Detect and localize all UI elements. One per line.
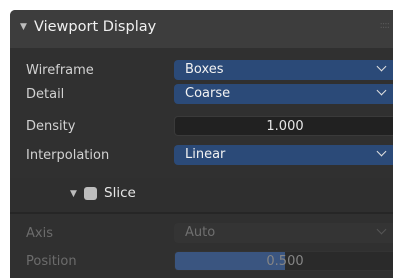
viewport-display-panel: ▼ Viewport Display :::: Wireframe Boxes …: [10, 10, 393, 278]
detail-label: Detail: [26, 87, 65, 102]
axis-value: Auto: [185, 225, 216, 240]
slice-subpanel-header[interactable]: ▼ Slice: [10, 178, 393, 212]
wireframe-value: Boxes: [185, 62, 224, 77]
collapse-arrow-icon[interactable]: ▼: [70, 189, 77, 199]
position-value: 0.500: [266, 254, 304, 269]
chevron-down-icon: [376, 224, 387, 235]
divider: [10, 212, 393, 214]
density-field[interactable]: 1.000: [174, 116, 393, 136]
axis-label: Axis: [26, 226, 53, 241]
interpolation-value: Linear: [185, 147, 226, 162]
interpolation-label: Interpolation: [26, 148, 110, 163]
wireframe-label: Wireframe: [26, 63, 94, 78]
drag-handle-icon[interactable]: ::::: [380, 20, 391, 31]
chevron-down-icon: [376, 61, 387, 72]
panel-header[interactable]: ▼ Viewport Display ::::: [10, 10, 393, 48]
chevron-down-icon: [376, 146, 387, 157]
slice-checkbox[interactable]: [84, 187, 97, 200]
detail-value: Coarse: [185, 86, 231, 101]
detail-dropdown[interactable]: Coarse: [174, 84, 393, 104]
panel-title: Viewport Display: [34, 19, 157, 35]
wireframe-dropdown[interactable]: Boxes: [174, 60, 393, 80]
axis-dropdown[interactable]: Auto: [174, 223, 393, 243]
position-label: Position: [26, 254, 77, 269]
density-value: 1.000: [266, 119, 304, 134]
density-label: Density: [26, 119, 76, 134]
interpolation-dropdown[interactable]: Linear: [174, 145, 393, 165]
collapse-arrow-icon[interactable]: ▼: [20, 22, 27, 32]
position-slider[interactable]: 0.500: [174, 251, 393, 271]
chevron-down-icon: [376, 85, 387, 96]
slice-label: Slice: [104, 185, 136, 201]
